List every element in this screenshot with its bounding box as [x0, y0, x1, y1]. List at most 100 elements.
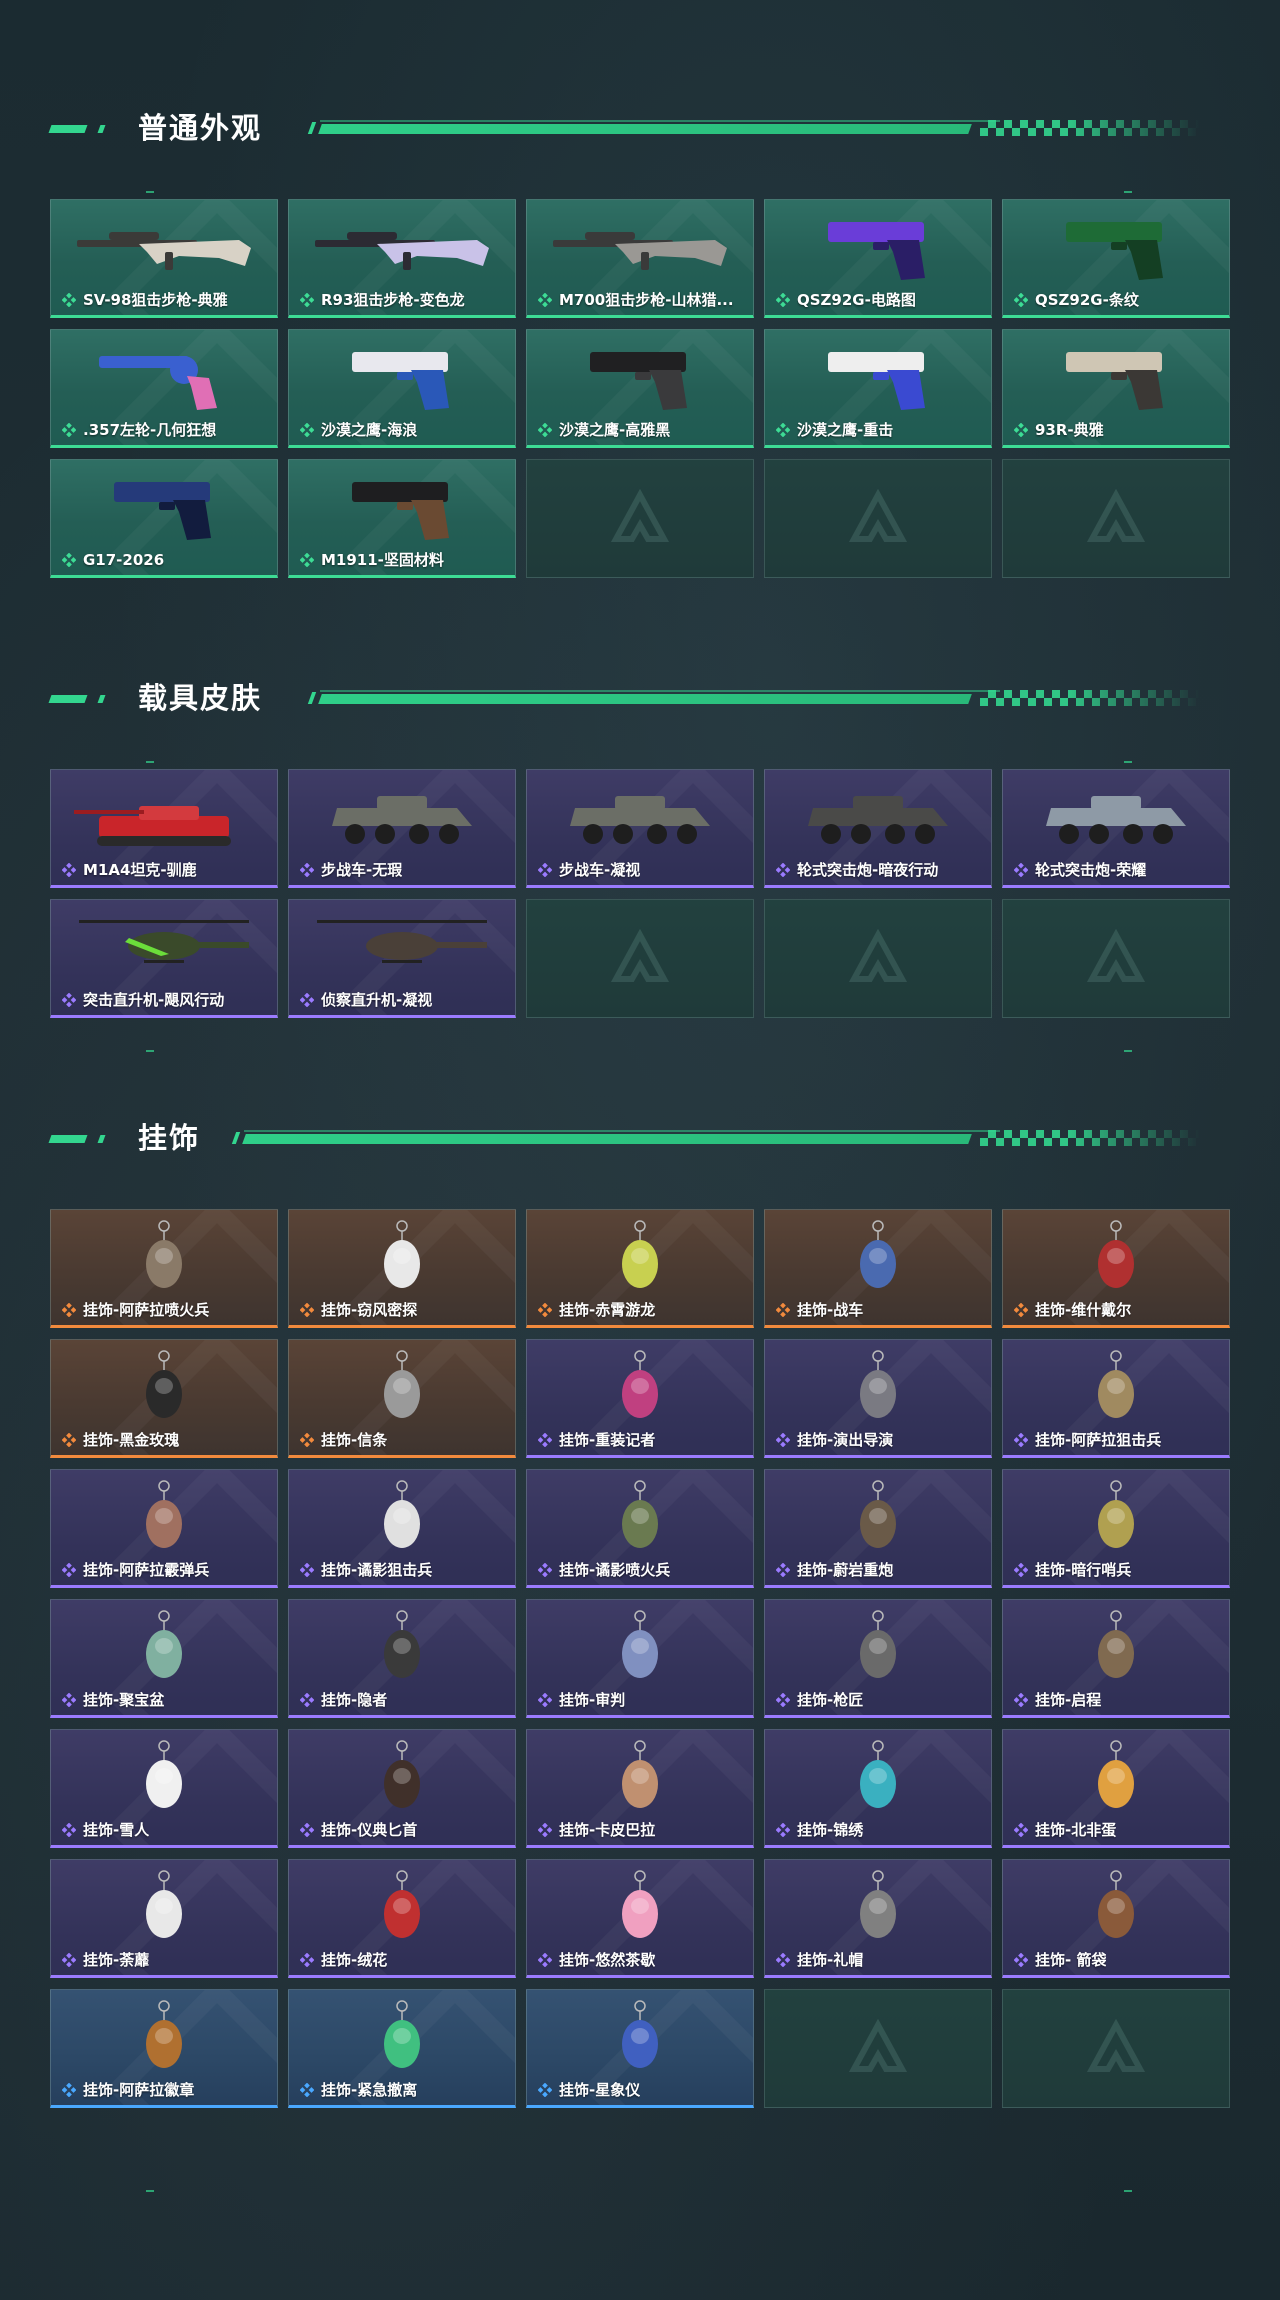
charm-name: 挂饰- 箭袋 [1035, 1951, 1107, 1969]
charm-card[interactable]: 挂饰-阿萨拉狙击兵 [1002, 1339, 1230, 1458]
empty-slot [1002, 1989, 1230, 2108]
armored-car-icon [808, 796, 948, 844]
armored-car-icon [1046, 796, 1186, 844]
vehicle-name: 侦察直升机-凝视 [321, 991, 433, 1009]
charm-card[interactable]: 挂饰-绒花 [288, 1859, 516, 1978]
rarity-diamond-icon [538, 423, 552, 437]
vehicle-card[interactable]: 突击直升机-飓风行动 [50, 899, 278, 1018]
vehicle-name: 轮式突击炮-暗夜行动 [797, 861, 939, 879]
charm-card[interactable]: 挂饰-窃风密探 [288, 1209, 516, 1328]
charm-card[interactable]: 挂饰-蔚岩重炮 [764, 1469, 992, 1588]
rarity-diamond-icon [62, 1303, 76, 1317]
charm-card[interactable]: 挂饰-审判 [526, 1599, 754, 1718]
sniper-rifle-icon [553, 232, 727, 270]
charm-card[interactable]: 挂饰-聚宝盆 [50, 1599, 278, 1718]
rarity-diamond-icon [300, 993, 314, 1007]
charm-icon [860, 1480, 896, 1548]
vehicle-card[interactable]: 轮式突击炮-暗夜行动 [764, 769, 992, 888]
charm-card[interactable]: 挂饰-战车 [764, 1209, 992, 1328]
charm-card[interactable]: 挂饰-枪匠 [764, 1599, 992, 1718]
charm-card[interactable]: 挂饰-紧急撤离 [288, 1989, 516, 2108]
charm-card[interactable]: 挂饰-启程 [1002, 1599, 1230, 1718]
charm-card[interactable]: 挂饰-赤霄游龙 [526, 1209, 754, 1328]
weapon-name: R93狙击步枪-变色龙 [321, 291, 465, 309]
charm-name: 挂饰-蔚岩重炮 [797, 1561, 894, 1579]
charm-card[interactable]: 挂饰-礼帽 [764, 1859, 992, 1978]
charm-card[interactable]: 挂饰-荼蘼 [50, 1859, 278, 1978]
weapon-card[interactable]: 沙漠之鹰-重击 [764, 329, 992, 448]
weapon-name: 沙漠之鹰-海浪 [321, 421, 418, 439]
rarity-diamond-icon [538, 1823, 552, 1837]
charm-name: 挂饰-紧急撤离 [321, 2081, 418, 2099]
rarity-diamond-icon [300, 1433, 314, 1447]
charm-icon [146, 1870, 182, 1938]
charm-name: 挂饰-悠然茶歇 [559, 1951, 656, 1969]
charm-icon [622, 1220, 658, 1288]
sniper-rifle-icon [315, 232, 489, 270]
rarity-diamond-icon [776, 1953, 790, 1967]
charm-card[interactable]: 挂饰-演出导演 [764, 1339, 992, 1458]
rarity-diamond-icon [776, 293, 790, 307]
charm-card[interactable]: 挂饰-谲影喷火兵 [526, 1469, 754, 1588]
charm-name: 挂饰-星象仪 [559, 2081, 641, 2099]
rarity-diamond-icon [300, 423, 314, 437]
charm-card[interactable]: 挂饰-信条 [288, 1339, 516, 1458]
charm-card[interactable]: 挂饰-卡皮巴拉 [526, 1729, 754, 1848]
charm-name: 挂饰-卡皮巴拉 [559, 1821, 656, 1839]
charm-card[interactable]: 挂饰-阿萨拉喷火兵 [50, 1209, 278, 1328]
charm-card[interactable]: 挂饰-锦绣 [764, 1729, 992, 1848]
rarity-diamond-icon [1014, 1433, 1028, 1447]
weapon-name: 93R-典雅 [1035, 421, 1104, 439]
charm-icon [622, 1350, 658, 1418]
weapon-card[interactable]: QSZ92G-条纹 [1002, 199, 1230, 318]
charm-card[interactable]: 挂饰-重装记者 [526, 1339, 754, 1458]
charm-card[interactable]: 挂饰-谲影狙击兵 [288, 1469, 516, 1588]
weapon-card[interactable]: M700狙击步枪-山林猎... [526, 199, 754, 318]
charm-card[interactable]: 挂饰-隐者 [288, 1599, 516, 1718]
weapon-card[interactable]: 93R-典雅 [1002, 329, 1230, 448]
vehicle-card[interactable]: M1A4坦克-驯鹿 [50, 769, 278, 888]
vehicle-card[interactable]: 侦察直升机-凝视 [288, 899, 516, 1018]
vehicle-name: 步战车-凝视 [559, 861, 641, 879]
vehicle-card[interactable]: 步战车-凝视 [526, 769, 754, 888]
weapon-card[interactable]: G17-2026 [50, 459, 278, 578]
weapon-name: M1911-坚固材料 [321, 551, 444, 569]
charm-name: 挂饰-阿萨拉徽章 [83, 2081, 195, 2099]
charm-icon [622, 1610, 658, 1678]
rarity-diamond-icon [300, 1823, 314, 1837]
charm-icon [1098, 1740, 1134, 1808]
charm-icon [146, 1480, 182, 1548]
charm-card[interactable]: 挂饰-维什戴尔 [1002, 1209, 1230, 1328]
charm-icon [622, 2000, 658, 2068]
weapon-card[interactable]: M1911-坚固材料 [288, 459, 516, 578]
weapon-card[interactable]: R93狙击步枪-变色龙 [288, 199, 516, 318]
charm-card[interactable]: 挂饰-仪典匕首 [288, 1729, 516, 1848]
weapon-card[interactable]: SV-98狙击步枪-典雅 [50, 199, 278, 318]
pistol-icon [828, 352, 925, 410]
charm-card[interactable]: 挂饰- 箭袋 [1002, 1859, 1230, 1978]
charm-icon [384, 1740, 420, 1808]
tank-icon [74, 806, 231, 846]
charm-card[interactable]: 挂饰-暗行哨兵 [1002, 1469, 1230, 1588]
weapon-card[interactable]: 沙漠之鹰-海浪 [288, 329, 516, 448]
rarity-diamond-icon [300, 1953, 314, 1967]
weapon-card[interactable]: QSZ92G-电路图 [764, 199, 992, 318]
charm-icon [384, 2000, 420, 2068]
weapon-card[interactable]: 沙漠之鹰-高雅黑 [526, 329, 754, 448]
charm-card[interactable]: 挂饰-北非蛋 [1002, 1729, 1230, 1848]
vehicle-card[interactable]: 轮式突击炮-荣耀 [1002, 769, 1230, 888]
charm-icon [1098, 1870, 1134, 1938]
rarity-diamond-icon [300, 1693, 314, 1707]
charm-card[interactable]: 挂饰-阿萨拉徽章 [50, 1989, 278, 2108]
charm-card[interactable]: 挂饰-星象仪 [526, 1989, 754, 2108]
charm-card[interactable]: 挂饰-雪人 [50, 1729, 278, 1848]
weapon-card[interactable]: .357左轮-几何狂想 [50, 329, 278, 448]
vehicle-card[interactable]: 步战车-无瑕 [288, 769, 516, 888]
sniper-rifle-icon [77, 232, 251, 270]
charm-card[interactable]: 挂饰-黑金玫瑰 [50, 1339, 278, 1458]
rarity-diamond-icon [1014, 1303, 1028, 1317]
rarity-diamond-icon [1014, 1953, 1028, 1967]
charm-card[interactable]: 挂饰-阿萨拉霰弹兵 [50, 1469, 278, 1588]
charm-card[interactable]: 挂饰-悠然茶歇 [526, 1859, 754, 1978]
empty-slot [1002, 459, 1230, 578]
